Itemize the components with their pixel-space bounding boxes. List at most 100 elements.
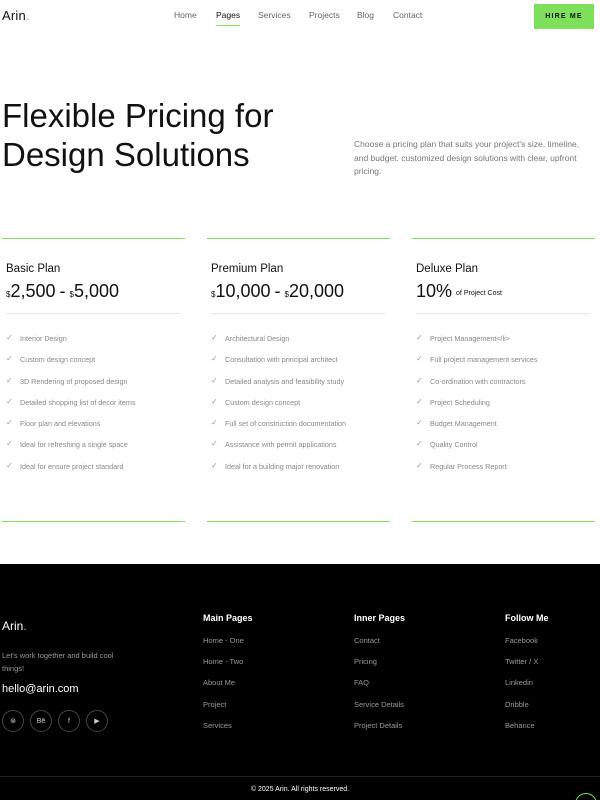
main-nav: Home Pages Services Projects Blog Contac… bbox=[0, 10, 600, 26]
footer-link[interactable]: Project Details bbox=[354, 721, 405, 742]
card-bottom-border bbox=[2, 521, 185, 522]
site-header: Arin. Home Pages Services Projects Blog … bbox=[0, 0, 600, 32]
price-separator: - bbox=[274, 281, 281, 301]
feature-list: ✓ Interior Design ✓ Custom design concept … bbox=[6, 333, 136, 483]
dribbble-icon[interactable]: ⊛ bbox=[2, 710, 24, 732]
check-icon: ✓ bbox=[211, 375, 218, 385]
plan-price: 10% of Project Cost bbox=[416, 281, 502, 302]
check-icon: ✓ bbox=[211, 333, 218, 342]
check-icon: ✓ bbox=[6, 460, 13, 470]
check-icon: ✓ bbox=[6, 333, 13, 342]
nav-pages[interactable]: Pages bbox=[216, 10, 241, 26]
nav-home[interactable]: Home bbox=[174, 10, 197, 20]
divider bbox=[211, 313, 385, 314]
footer-link[interactable]: Home - Two bbox=[203, 657, 253, 678]
check-icon: ✓ bbox=[6, 375, 13, 385]
check-icon: ✓ bbox=[211, 418, 218, 428]
price-suffix: of Project Cost bbox=[456, 290, 502, 297]
plan-name: Deluxe Plan bbox=[416, 263, 479, 275]
feature-item: ✓ Regular Process Report bbox=[416, 460, 507, 471]
youtube-icon[interactable]: ▶ bbox=[86, 710, 108, 732]
feature-item: ✓ 3D Rendering of proposed design bbox=[6, 375, 128, 386]
footer-link[interactable]: Linkedin bbox=[505, 678, 549, 699]
feature-item: ✓ Quality Control bbox=[416, 439, 478, 450]
footer-tagline: Let's work together and build cool thing… bbox=[2, 651, 114, 673]
check-icon: ✓ bbox=[416, 354, 423, 364]
card-top-border bbox=[2, 238, 185, 239]
check-icon: ✓ bbox=[6, 354, 13, 364]
check-icon: ✓ bbox=[211, 460, 218, 470]
check-icon: ✓ bbox=[416, 375, 423, 385]
feature-item: ✓ Co-ordination with contractors bbox=[416, 375, 526, 386]
footer-column-main-pages: Main Pages Home - One Home - Two About M… bbox=[203, 613, 253, 742]
footer-link[interactable]: Contact bbox=[354, 636, 405, 657]
footer-link[interactable]: Dribble bbox=[505, 700, 549, 721]
price-percent: 10% bbox=[416, 281, 453, 301]
feature-item: ✓ Project Scheduling bbox=[416, 396, 490, 407]
card-bottom-border bbox=[207, 521, 390, 522]
check-icon: ✓ bbox=[416, 460, 423, 470]
footer-link[interactable]: Services bbox=[203, 721, 253, 742]
copyright-text: © 2025 Arin. All rights reserved. bbox=[250, 786, 350, 793]
check-icon: ✓ bbox=[6, 439, 13, 449]
nav-services[interactable]: Services bbox=[258, 10, 291, 20]
price-from: 10,000 bbox=[215, 281, 271, 301]
price-to: 5,000 bbox=[73, 281, 119, 301]
feature-item: ✓ Full project management services bbox=[416, 354, 538, 365]
feature-item: ✓ Budget Management bbox=[416, 418, 497, 429]
check-icon: ✓ bbox=[6, 396, 13, 406]
plan-name: Basic Plan bbox=[6, 263, 61, 275]
check-icon: ✓ bbox=[416, 418, 423, 428]
footer-column-follow-me: Follow Me Facebook Twitter / X Linkedin … bbox=[505, 613, 549, 742]
hire-me-button[interactable]: HIRE ME bbox=[534, 4, 594, 29]
check-icon: ✓ bbox=[416, 333, 423, 342]
feature-item: ✓ Ideal for a building major renovation bbox=[211, 460, 340, 471]
price-from: 2,500 bbox=[10, 281, 56, 301]
price-to: 20,000 bbox=[288, 281, 345, 301]
feature-item: ✓ Consultation with principal architect bbox=[211, 354, 338, 365]
feature-item: ✓ Ideal for ensure project standard bbox=[6, 460, 124, 471]
pricing-card-deluxe: Deluxe Plan 10% of Project Cost ✓ Project … bbox=[412, 238, 595, 522]
divider bbox=[6, 313, 180, 314]
behance-icon[interactable]: Bē bbox=[30, 710, 52, 732]
check-icon: ✓ bbox=[416, 439, 423, 449]
nav-contact[interactable]: Contact bbox=[393, 10, 422, 20]
hero-description: Choose a pricing plan that suits your pr… bbox=[354, 139, 580, 176]
footer-link[interactable]: Project bbox=[203, 700, 253, 721]
page-title: Flexible Pricing for Design Solutions bbox=[2, 97, 274, 173]
footer-divider bbox=[0, 776, 600, 777]
price-separator: - bbox=[59, 281, 66, 301]
feature-item: ✓ Floor plan and elevations bbox=[6, 418, 101, 429]
feature-list: ✓ Architectural Design ✓ Consultation with… bbox=[211, 333, 347, 483]
footer-link[interactable]: About Me bbox=[203, 678, 253, 699]
nav-projects[interactable]: Projects bbox=[309, 10, 340, 20]
footer-link[interactable]: Behance bbox=[505, 721, 549, 742]
feature-item: ✓ Detailed analysis and feasibility study bbox=[211, 375, 345, 386]
plan-name: Premium Plan bbox=[211, 263, 284, 275]
divider bbox=[416, 313, 590, 314]
footer-link[interactable]: Facebook bbox=[505, 636, 549, 657]
check-icon: ✓ bbox=[211, 396, 218, 406]
footer-link[interactable]: Home - One bbox=[203, 636, 253, 657]
card-top-border bbox=[207, 238, 390, 239]
feature-item: ✓ Ideal for refreshing a single space bbox=[6, 439, 128, 450]
facebook-icon[interactable]: f bbox=[58, 710, 80, 732]
footer-link[interactable]: Twitter / X bbox=[505, 657, 549, 678]
feature-item: ✓ Interior Design bbox=[6, 333, 67, 343]
scroll-to-top-icon[interactable]: ↑ bbox=[575, 793, 597, 800]
footer-logo[interactable]: Arin. bbox=[2, 619, 27, 633]
feature-item: ✓ Project Management</li> bbox=[416, 333, 510, 343]
footer-link[interactable]: FAQ bbox=[354, 678, 405, 699]
feature-item: ✓ Full set of construction documentation bbox=[211, 418, 347, 429]
footer-column-title: Follow Me bbox=[505, 613, 549, 623]
nav-blog[interactable]: Blog bbox=[357, 10, 374, 20]
feature-item: ✓ Custom design concept bbox=[6, 354, 96, 365]
feature-item: ✓ Architectural Design bbox=[211, 333, 290, 343]
footer-link[interactable]: Service Details bbox=[354, 700, 405, 721]
pricing-card-basic: Basic Plan $2,500- $5,000 ✓ Interior Desig… bbox=[2, 238, 185, 522]
footer-link[interactable]: Pricing bbox=[354, 657, 405, 678]
feature-list: ✓ Project Management</li> ✓ Full project m… bbox=[416, 333, 538, 483]
footer-email-link[interactable]: hello@arin.com bbox=[2, 683, 79, 695]
check-icon: ✓ bbox=[416, 396, 423, 406]
feature-item: ✓ Detailed shopping list of decor items bbox=[6, 396, 136, 407]
